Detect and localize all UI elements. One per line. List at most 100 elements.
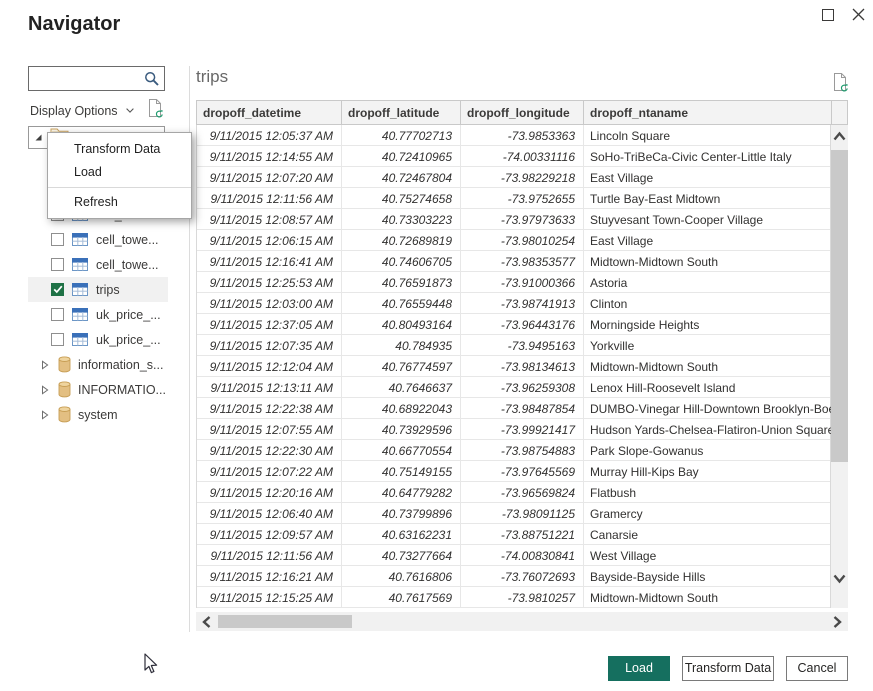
tree-item-trips[interactable]: trips xyxy=(28,277,168,302)
vertical-scrollbar[interactable] xyxy=(831,125,848,608)
tree-item-cell-towe[interactable]: cell_towe... xyxy=(28,227,168,252)
transform-data-button[interactable]: Transform Data xyxy=(682,656,774,681)
cell: Murray Hill-Kips Bay xyxy=(584,461,832,481)
horizontal-scrollbar-thumb[interactable] xyxy=(218,615,352,628)
scrollbar-left-icon[interactable] xyxy=(201,615,212,634)
cell: 9/11/2015 12:37:05 AM xyxy=(197,314,342,334)
scrollbar-right-icon[interactable] xyxy=(832,615,843,634)
cell: 9/11/2015 12:22:38 AM xyxy=(197,398,342,418)
table-row[interactable]: 9/11/2015 12:14:55 AM40.72410965-74.0033… xyxy=(197,146,830,167)
database-icon xyxy=(58,381,71,398)
table-row[interactable]: 9/11/2015 12:07:20 AM40.72467804-73.9822… xyxy=(197,167,830,188)
table-row[interactable]: 9/11/2015 12:03:00 AM40.76559448-73.9874… xyxy=(197,293,830,314)
cell: -73.98353577 xyxy=(461,251,584,271)
table-row[interactable]: 9/11/2015 12:12:04 AM40.76774597-73.9813… xyxy=(197,356,830,377)
display-options-dropdown[interactable]: Display Options xyxy=(30,102,134,118)
checkbox[interactable] xyxy=(51,333,64,346)
table-row[interactable]: 9/11/2015 12:22:38 AM40.68922043-73.9848… xyxy=(197,398,830,419)
search-box[interactable] xyxy=(28,66,165,91)
menu-item-load[interactable]: Load xyxy=(48,161,191,184)
cell: -73.98010254 xyxy=(461,230,584,250)
table-row[interactable]: 9/11/2015 12:11:56 AM40.75274658-73.9752… xyxy=(197,188,830,209)
cell: -73.88751221 xyxy=(461,524,584,544)
cell: Clinton xyxy=(584,293,832,313)
table-row[interactable]: 9/11/2015 12:09:57 AM40.63162231-73.8875… xyxy=(197,524,830,545)
cancel-button[interactable]: Cancel xyxy=(786,656,848,681)
table-row[interactable]: 9/11/2015 12:13:11 AM40.7646637-73.96259… xyxy=(197,377,830,398)
cell: 40.73799896 xyxy=(342,503,461,523)
cell: 40.72410965 xyxy=(342,146,461,166)
table-row[interactable]: 9/11/2015 12:16:41 AM40.74606705-73.9835… xyxy=(197,251,830,272)
cell: -73.98134613 xyxy=(461,356,584,376)
close-icon[interactable] xyxy=(851,7,867,23)
column-header-dropoff-datetime[interactable]: dropoff_datetime xyxy=(197,101,342,124)
chevron-right-icon[interactable] xyxy=(41,360,49,370)
column-header-dropoff-longitude[interactable]: dropoff_longitude xyxy=(461,101,584,124)
table-row[interactable]: 9/11/2015 12:37:05 AM40.80493164-73.9644… xyxy=(197,314,830,335)
refresh-preview-icon[interactable] xyxy=(831,72,850,99)
tree-item-information-s[interactable]: information_s... xyxy=(28,352,168,377)
tree-item-cell-towe[interactable]: cell_towe... xyxy=(28,252,168,277)
search-input[interactable] xyxy=(31,68,143,89)
cell: 40.68922043 xyxy=(342,398,461,418)
cell: 9/11/2015 12:09:57 AM xyxy=(197,524,342,544)
table-row[interactable]: 9/11/2015 12:16:21 AM40.7616806-73.76072… xyxy=(197,566,830,587)
table-row[interactable]: 9/11/2015 12:11:56 AM40.73277664-74.0083… xyxy=(197,545,830,566)
chevron-right-icon[interactable] xyxy=(41,410,49,420)
table-row[interactable]: 9/11/2015 12:07:35 AM40.784935-73.949516… xyxy=(197,335,830,356)
maximize-icon[interactable] xyxy=(822,9,834,21)
checkbox[interactable] xyxy=(51,283,64,296)
table-row[interactable]: 9/11/2015 12:25:53 AM40.76591873-73.9100… xyxy=(197,272,830,293)
tree-item-label: information_s... xyxy=(78,358,163,372)
column-header-dropoff-latitude[interactable]: dropoff_latitude xyxy=(342,101,461,124)
cell: 40.7617569 xyxy=(342,587,461,607)
table-row[interactable]: 9/11/2015 12:07:22 AM40.75149155-73.9764… xyxy=(197,461,830,482)
load-button[interactable]: Load xyxy=(608,656,670,681)
cell: 9/11/2015 12:06:15 AM xyxy=(197,230,342,250)
scrollbar-up-icon[interactable] xyxy=(832,129,847,147)
table-row[interactable]: 9/11/2015 12:06:15 AM40.72689819-73.9801… xyxy=(197,230,830,251)
tree-item-informatio[interactable]: INFORMATIO... xyxy=(28,377,168,402)
column-header-dropoff-ntaname[interactable]: dropoff_ntaname xyxy=(584,101,832,124)
cell: 40.76591873 xyxy=(342,272,461,292)
cell: -73.96443176 xyxy=(461,314,584,334)
table-row[interactable]: 9/11/2015 12:22:30 AM40.66770554-73.9875… xyxy=(197,440,830,461)
cell: Stuyvesant Town-Cooper Village xyxy=(584,209,832,229)
cell: Astoria xyxy=(584,272,832,292)
cell: -73.96259308 xyxy=(461,377,584,397)
cell: -73.99921417 xyxy=(461,419,584,439)
cell: 40.80493164 xyxy=(342,314,461,334)
cell: -73.98229218 xyxy=(461,167,584,187)
menu-item-refresh[interactable]: Refresh xyxy=(48,191,191,214)
horizontal-scrollbar[interactable] xyxy=(196,612,848,631)
vertical-scrollbar-thumb[interactable] xyxy=(831,150,848,462)
table-row[interactable]: 9/11/2015 12:05:37 AM40.77702713-73.9853… xyxy=(197,125,830,146)
cell: 40.7616806 xyxy=(342,566,461,586)
table-row[interactable]: 9/11/2015 12:08:57 AM40.73303223-73.9797… xyxy=(197,209,830,230)
menu-separator xyxy=(48,187,191,188)
table-row[interactable]: 9/11/2015 12:07:55 AM40.73929596-73.9992… xyxy=(197,419,830,440)
cell: Gramercy xyxy=(584,503,832,523)
search-icon[interactable] xyxy=(144,71,160,92)
checkbox[interactable] xyxy=(51,258,64,271)
refresh-navigator-icon[interactable] xyxy=(146,98,165,125)
cell: Midtown-Midtown South xyxy=(584,587,832,607)
cell: -73.97645569 xyxy=(461,461,584,481)
table-row[interactable]: 9/11/2015 12:20:16 AM40.64779282-73.9656… xyxy=(197,482,830,503)
cell: -73.9752655 xyxy=(461,188,584,208)
table-row[interactable]: 9/11/2015 12:06:40 AM40.73799896-73.9809… xyxy=(197,503,830,524)
tree-item-uk-price[interactable]: uk_price_... xyxy=(28,327,168,352)
scrollbar-down-icon[interactable] xyxy=(832,571,847,589)
cell: 9/11/2015 12:15:25 AM xyxy=(197,587,342,607)
chevron-right-icon[interactable] xyxy=(41,385,49,395)
checkbox[interactable] xyxy=(51,308,64,321)
cell: 9/11/2015 12:12:04 AM xyxy=(197,356,342,376)
table-row[interactable]: 9/11/2015 12:15:25 AM40.7617569-73.98102… xyxy=(197,587,830,608)
menu-item-transform-data[interactable]: Transform Data xyxy=(48,138,191,161)
tree-item-system[interactable]: system xyxy=(28,402,168,427)
tree-item-uk-price[interactable]: uk_price_... xyxy=(28,302,168,327)
cell: East Village xyxy=(584,167,832,187)
cell: Hudson Yards-Chelsea-Flatiron-Union Squa… xyxy=(584,419,832,439)
expand-arrow-icon[interactable] xyxy=(34,129,43,147)
checkbox[interactable] xyxy=(51,233,64,246)
